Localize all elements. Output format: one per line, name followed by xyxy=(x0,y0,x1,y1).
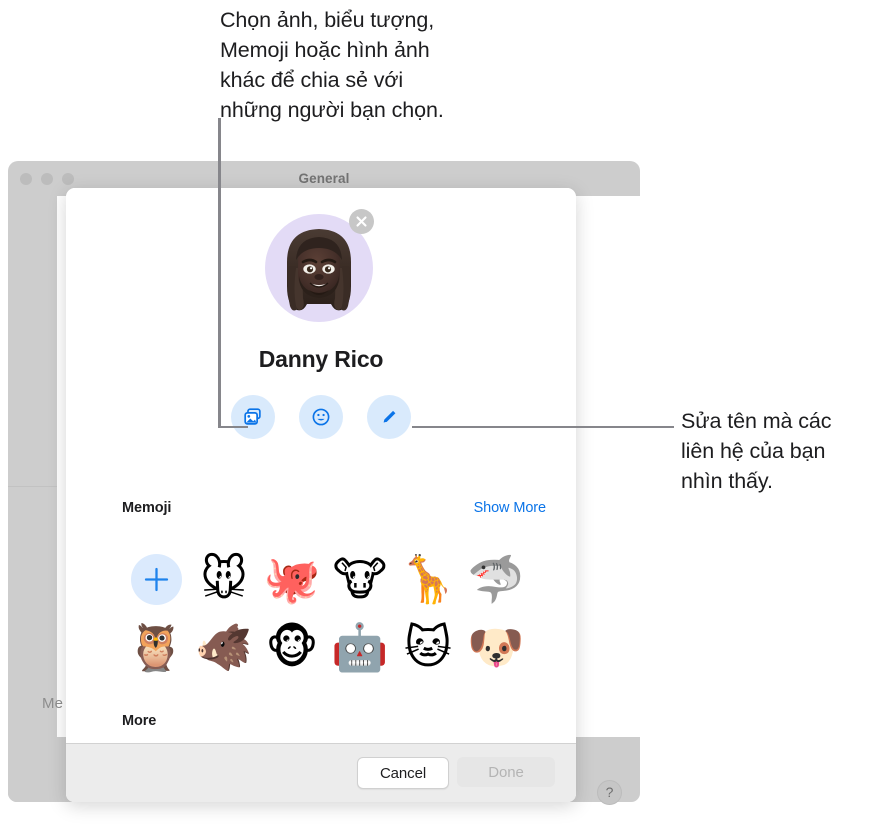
memoji-dog[interactable]: 🐶 xyxy=(462,613,530,681)
more-section-title: More xyxy=(122,713,157,729)
background-obscured-label: Me xyxy=(42,695,64,712)
callout-leader-line-left xyxy=(218,118,221,428)
avatar-action-buttons xyxy=(66,395,576,439)
avatar-picker-dialog: Danny Rico Memoji Show More 🐭 🐙 🐮 🦒 🦈 🦉 … xyxy=(66,188,576,802)
dialog-footer: Cancel Done xyxy=(66,743,576,802)
cancel-button[interactable]: Cancel xyxy=(357,757,449,789)
memoji-section-title: Memoji xyxy=(122,500,172,516)
photos-button[interactable] xyxy=(231,395,275,439)
memoji-octopus[interactable]: 🐙 xyxy=(258,545,326,613)
add-memoji-button[interactable] xyxy=(130,553,182,605)
remove-avatar-button[interactable] xyxy=(349,209,374,234)
help-button[interactable]: ? xyxy=(597,780,622,805)
sidebar-divider xyxy=(8,486,57,487)
memoji-mouse[interactable]: 🐭 xyxy=(190,545,258,613)
memoji-grid: 🐭 🐙 🐮 🦒 🦈 🦉 🐗 🐵 🤖 🐱 🐶 xyxy=(122,545,525,681)
memoji-robot[interactable]: 🤖 xyxy=(326,613,394,681)
callout-leader-line-right xyxy=(412,425,674,428)
avatar-container xyxy=(265,209,374,322)
emoji-icon xyxy=(312,408,330,426)
callout-text-top: Chọn ảnh, biểu tượng, Memoji hoặc hình ả… xyxy=(220,8,444,122)
done-button: Done xyxy=(457,757,555,787)
edit-name-button[interactable] xyxy=(367,395,411,439)
memoji-monkey[interactable]: 🐵 xyxy=(258,613,326,681)
show-more-link[interactable]: Show More xyxy=(474,500,547,516)
window-title: General xyxy=(298,171,350,186)
memoji-owl[interactable]: 🦉 xyxy=(122,613,190,681)
callout-leader-line-left-elbow xyxy=(218,425,248,428)
callout-text-right: Sửa tên mà các liên hệ của bạn nhìn thấy… xyxy=(681,409,832,493)
memoji-cow[interactable]: 🐮 xyxy=(326,545,394,613)
memoji-shark[interactable]: 🦈 xyxy=(462,545,530,613)
memoji-boar[interactable]: 🐗 xyxy=(190,613,258,681)
display-name: Danny Rico xyxy=(258,346,384,372)
memoji-giraffe[interactable]: 🦒 xyxy=(394,545,462,613)
add-memoji-cell[interactable] xyxy=(122,545,190,613)
plus-icon xyxy=(144,567,168,591)
dialog-body: Danny Rico Memoji Show More 🐭 🐙 🐮 🦒 🦈 🦉 … xyxy=(66,188,576,744)
edit-pencil-icon xyxy=(383,410,396,423)
close-icon xyxy=(356,216,367,227)
memoji-cat[interactable]: 🐱 xyxy=(394,613,462,681)
emoji-button[interactable] xyxy=(299,395,343,439)
